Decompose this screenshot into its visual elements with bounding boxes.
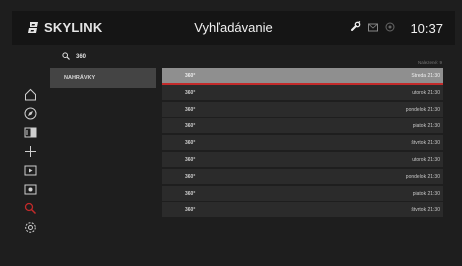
tool-icon [350,19,361,37]
result-row[interactable]: 360° utorok 21:30 [162,84,443,100]
result-title: 360° [185,73,196,79]
top-bar: SKYLINK Vyhľadávanie 10:37 [12,11,455,45]
result-row[interactable]: 360° štvrtok 21:30 [162,202,443,218]
result-title: 360° [185,89,196,96]
result-row[interactable]: 360° pondelok 21:30 [162,168,443,184]
clock: 10:37 [410,20,443,36]
result-time: štvrtok 21:30 [411,140,440,147]
play-icon [24,164,37,182]
search-icon [24,202,37,220]
home-icon [24,88,37,106]
app-screen: SKYLINK Vyhľadávanie 10:37 360 NAHRÁVKY … [0,0,462,266]
sidebar-item-add[interactable] [23,145,37,163]
result-title: 360° [185,123,196,130]
sidebar-item-play[interactable] [23,164,37,182]
result-time: štvrtok 21:30 [411,207,440,214]
result-time: piatok 21:30 [412,190,440,197]
mail-icon [368,19,379,37]
results-list: 360° Streda 21:30 360° utorok 21:30 360°… [162,68,443,219]
result-time: piatok 21:30 [412,123,440,130]
result-time: pondelok 21:30 [405,106,440,113]
settings-icon [24,221,37,239]
result-title: 360° [185,173,196,180]
sidebar-item-tv-guide[interactable] [23,126,37,144]
result-title: 360° [185,140,196,147]
sidebar-item-explore[interactable] [23,107,37,125]
result-row[interactable]: 360° štvrtok 21:30 [162,135,443,151]
connection-icon [385,19,395,37]
result-row[interactable]: 360° piatok 21:30 [162,118,443,134]
search-query: 360 [76,54,87,60]
result-time: Streda 21:30 [411,73,440,79]
result-title: 360° [185,207,196,214]
result-row[interactable]: 360° utorok 21:30 [162,151,443,167]
result-title: 360° [185,106,196,113]
status-area: 10:37 [350,19,443,37]
result-row[interactable]: 360° pondelok 21:30 [162,101,443,117]
search-field-icon [62,52,70,62]
sidebar-item-settings[interactable] [23,221,37,239]
result-row[interactable]: 360° piatok 21:30 [162,185,443,201]
sidebar-item-recordings[interactable] [23,183,37,201]
record-icon [24,183,37,201]
result-time: utorok 21:30 [412,89,440,96]
sidebar-item-search[interactable] [23,202,37,220]
result-time: utorok 21:30 [412,156,440,163]
result-row[interactable]: 360° Streda 21:30 [162,68,443,85]
search-field[interactable]: 360 [62,52,86,62]
sidebar-item-home[interactable] [23,88,37,106]
result-title: 360° [185,190,196,197]
result-time: pondelok 21:30 [405,173,440,180]
compass-icon [24,107,37,125]
tv-guide-icon [24,126,37,144]
results-count: Nalezené: 9 [417,60,442,65]
result-title: 360° [185,156,196,163]
plus-icon [24,145,37,163]
sidebar [22,88,38,239]
category-recordings[interactable]: NAHRÁVKY [50,68,156,88]
